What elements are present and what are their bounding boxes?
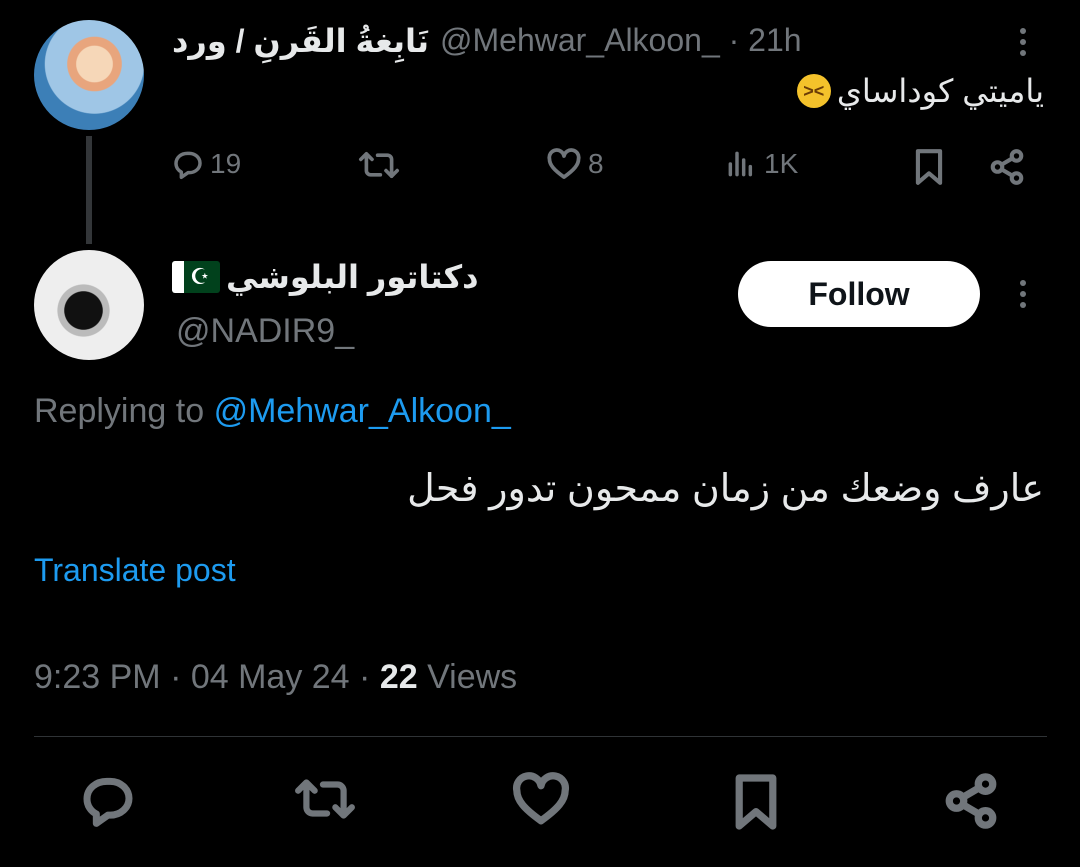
share-icon: [990, 149, 1024, 185]
parent-avatar[interactable]: [34, 20, 144, 130]
parent-display-name[interactable]: نَابِغةُ القَرنِ / ورد: [172, 22, 429, 60]
thread-connector: [86, 136, 92, 244]
timestamp[interactable]: 9:23 PM · 04 May 24 ·: [34, 658, 380, 696]
bookmark-action[interactable]: [912, 148, 946, 186]
translate-post-link[interactable]: Translate post: [34, 552, 236, 589]
like-action[interactable]: 8: [546, 148, 604, 180]
comment-icon: [83, 777, 133, 827]
reply-handle[interactable]: @NADIR9_: [176, 312, 354, 351]
reply-avatar[interactable]: [34, 250, 144, 360]
heart-icon: [547, 148, 581, 179]
parent-more-icon[interactable]: [1018, 28, 1028, 56]
parent-text: ياميتي كوداساي: [836, 73, 1044, 109]
bottom-bookmark-button[interactable]: [732, 772, 780, 832]
comment-icon: [174, 151, 202, 180]
retweet-icon: [358, 151, 400, 179]
pakistan-flag-icon: [172, 261, 220, 293]
bottom-reply-button[interactable]: [80, 772, 136, 828]
bottom-like-button[interactable]: [512, 772, 570, 826]
reply-action[interactable]: 19: [172, 148, 241, 180]
reply-more-icon[interactable]: [1018, 280, 1028, 308]
parent-handle-time: @Mehwar_Alkoon_ · 21h: [440, 22, 802, 59]
replying-prefix: Replying to: [34, 392, 205, 430]
retweet-action[interactable]: [358, 148, 400, 182]
bookmark-icon: [915, 149, 943, 185]
parent-tweet-text: ياميتي كوداساي ><: [796, 72, 1044, 110]
bottom-share-button[interactable]: [942, 772, 1000, 830]
reply-display-name[interactable]: دكتاتور البلوشي: [226, 258, 479, 296]
bottom-retweet-button[interactable]: [294, 772, 356, 826]
heart-icon: [512, 772, 570, 825]
views-count: 1K: [764, 148, 799, 179]
share-action[interactable]: [988, 148, 1026, 186]
share-icon: [945, 773, 997, 829]
views-action[interactable]: 1K: [724, 148, 798, 180]
reply-display-name-row[interactable]: دكتاتور البلوشي: [172, 258, 479, 296]
analytics-icon: [728, 151, 753, 177]
like-count: 8: [588, 148, 604, 179]
views-number[interactable]: 22: [380, 658, 418, 696]
follow-button[interactable]: Follow: [738, 261, 980, 327]
divider: [34, 736, 1047, 737]
parent-handle[interactable]: @Mehwar_Alkoon_: [440, 22, 720, 58]
tired-face-emoji-icon: ><: [796, 74, 831, 108]
reply-count: 19: [210, 148, 242, 179]
views-label: Views: [417, 658, 518, 696]
bookmark-icon: [735, 774, 777, 830]
retweet-icon: [295, 779, 355, 819]
tweet-metadata: 9:23 PM · 04 May 24 · 22 Views: [34, 658, 517, 697]
replying-mention-link[interactable]: @Mehwar_Alkoon_: [214, 392, 511, 430]
replying-to: Replying to @Mehwar_Alkoon_: [34, 392, 511, 431]
parent-time: · 21h: [728, 22, 802, 58]
reply-tweet-text: عارف وضعك من زمان ممحون تدور فحل: [407, 468, 1044, 510]
